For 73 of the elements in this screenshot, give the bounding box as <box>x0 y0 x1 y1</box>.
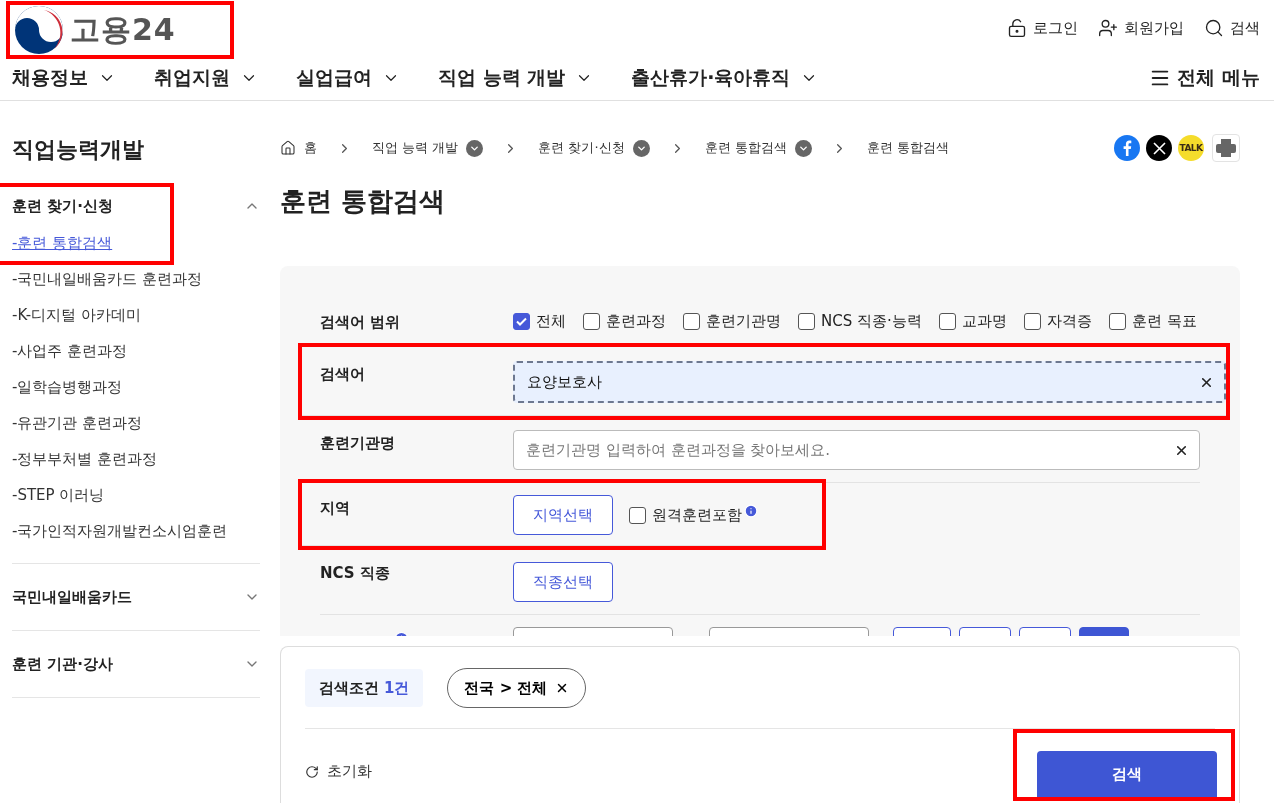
checkbox[interactable] <box>513 313 530 330</box>
facebook-icon[interactable] <box>1114 135 1140 161</box>
scope-checkbox[interactable]: 훈련기관명 <box>683 312 781 331</box>
checkbox[interactable] <box>798 313 815 330</box>
dropdown-icon[interactable] <box>794 139 812 157</box>
job-select-button[interactable]: 직종선택 <box>513 562 613 602</box>
sidebar-item[interactable]: -유관기관 훈련과정 <box>12 405 260 441</box>
sidebar-title: 직업능력개발 <box>12 136 145 164</box>
login-link[interactable]: 로그인 <box>1007 18 1078 38</box>
scope-checkbox[interactable]: 교과명 <box>938 312 1007 331</box>
checkbox[interactable] <box>629 506 646 524</box>
scope-checkbox[interactable]: 자격증 <box>1023 312 1092 331</box>
taegeuk-icon <box>14 5 64 55</box>
breadcrumb-link[interactable]: 훈련 통합검색 <box>704 139 812 157</box>
nav-menu-item[interactable]: 채용정보 <box>12 65 116 91</box>
sidebar-item[interactable]: -국민내일배움카드 훈련과정 <box>12 261 260 297</box>
padlock-icon[interactable] <box>1007 18 1027 38</box>
breadcrumb-link[interactable]: 직업 능력 개발 <box>372 139 484 157</box>
site-logo[interactable]: 고용24 <box>10 5 230 55</box>
breadcrumb-link[interactable]: 훈련 찾기·신청 <box>538 139 650 157</box>
sidebar-item[interactable]: -사업주 훈련과정 <box>12 333 260 369</box>
breadcrumb-link[interactable]: 홈 <box>280 139 317 157</box>
scope-checkbox[interactable]: 훈련 목표 <box>1108 312 1197 331</box>
home-icon <box>280 140 296 156</box>
all-menu-button[interactable]: 전체 메뉴 <box>1149 65 1260 91</box>
sidebar-group[interactable]: 훈련 기관·강사 <box>12 645 260 683</box>
x-logo-icon[interactable] <box>1146 135 1172 161</box>
checkbox[interactable] <box>1023 313 1041 330</box>
search-field[interactable]: 훈련기관명 입력하여 훈련과정을 찾아보세요. <box>513 430 1200 470</box>
sidebar-item[interactable]: -K-디지털 아카데미 <box>12 297 260 333</box>
sidebar-item[interactable]: -훈련 통합검색 <box>12 225 170 261</box>
sidebar-group[interactable]: 훈련 찾기·신청 <box>12 187 260 225</box>
dropdown-icon[interactable] <box>466 139 484 157</box>
nav-menu-item[interactable]: 직업 능력 개발 <box>438 65 594 91</box>
sidebar-item[interactable]: -국가인적자원개발컨소시엄훈련 <box>12 513 260 549</box>
condition-chip[interactable]: 전국 > 전체 <box>447 668 587 708</box>
field-label: 검색어 범위 <box>320 312 402 332</box>
field-label: 지역 <box>320 498 351 518</box>
nav-menu-item[interactable]: 출산휴가·육아휴직 <box>631 65 819 91</box>
checkbox[interactable] <box>683 313 700 330</box>
nav-menu-item[interactable]: 실업급여 <box>296 65 400 91</box>
text-input[interactable]: 훈련기관명 입력하여 훈련과정을 찾아보세요. <box>524 440 1174 460</box>
scope-checkbox[interactable]: 전체 <box>513 312 566 331</box>
checkbox[interactable] <box>583 313 600 330</box>
checkbox[interactable] <box>938 313 956 330</box>
search-link[interactable]: 검색 <box>1204 18 1260 38</box>
breadcrumb-link[interactable]: 훈련 통합검색 <box>866 139 949 157</box>
reset-button[interactable]: 초기화 <box>305 762 372 797</box>
checkbox[interactable] <box>1108 313 1126 330</box>
sidebar-item[interactable]: -일학습병행과정 <box>12 369 260 405</box>
region-select-button[interactable]: 지역선택 <box>513 495 613 535</box>
scope-checkbox[interactable]: NCS 직종·능력 <box>798 312 922 331</box>
scope-checkbox[interactable]: 훈련과정 <box>583 312 666 331</box>
search-button[interactable]: 검색 <box>1037 751 1217 797</box>
kakaotalk-icon[interactable]: TALK <box>1178 135 1204 161</box>
field-label: 검색어 <box>320 364 366 384</box>
sidebar-group[interactable]: 국민내일배움카드 <box>12 578 260 616</box>
remote-checkbox[interactable]: 원격훈련포함 <box>629 505 742 525</box>
dropdown-icon[interactable] <box>632 139 650 157</box>
sidebar-item[interactable]: -정부부처별 훈련과정 <box>12 441 260 477</box>
nav-menu-item[interactable]: 취업지원 <box>154 65 258 91</box>
sidebar-item[interactable]: -STEP 이러닝 <box>12 477 260 513</box>
signup-link[interactable]: 회원가입 <box>1098 18 1184 38</box>
field-label: 훈련기관명 <box>320 433 396 453</box>
page-title: 훈련 통합검색 <box>280 185 447 218</box>
text-input[interactable]: 요양보호사 <box>525 372 1199 392</box>
conditions-count: 검색조건 1건 <box>305 669 424 707</box>
checkmark-icon <box>516 317 527 326</box>
field-label: NCS 직종 <box>320 563 391 583</box>
user-plus-icon[interactable] <box>1098 18 1118 38</box>
refresh-icon <box>305 764 319 779</box>
search-field[interactable]: 요양보호사 <box>513 361 1226 403</box>
search-icon[interactable] <box>1204 18 1224 38</box>
